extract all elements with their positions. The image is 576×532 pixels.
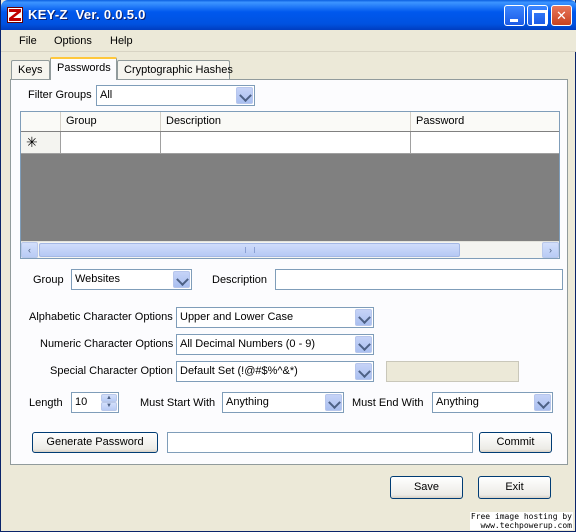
chevron-down-icon[interactable] <box>534 394 551 411</box>
generate-password-button[interactable]: Generate Password <box>32 432 158 453</box>
chevron-down-icon[interactable] <box>355 309 372 326</box>
scrollbar-thumb[interactable] <box>39 243 460 257</box>
grid-row-header-corner <box>21 112 61 131</box>
stepper-up-icon[interactable]: ▲ <box>101 394 117 402</box>
menu-bar: File Options Help <box>1 30 576 52</box>
description-input[interactable] <box>275 269 563 290</box>
tab-passwords[interactable]: Passwords <box>50 57 117 80</box>
new-row-marker: ✳ <box>21 132 61 154</box>
grid-header: Group Description Password <box>21 112 559 131</box>
special-option-value: Default Set (!@#$%^&*) <box>180 365 298 377</box>
commit-button[interactable]: Commit <box>479 432 552 453</box>
group-select[interactable]: Websites <box>71 269 192 290</box>
must-start-label: Must Start With <box>140 397 216 409</box>
horizontal-scrollbar[interactable]: ‹ › <box>21 241 559 258</box>
description-label: Description <box>212 274 268 286</box>
window-title: KEY-Z Ver. 0.0.5.0 <box>28 7 146 22</box>
maximize-button[interactable] <box>527 5 548 26</box>
close-button[interactable]: ✕ <box>551 5 572 26</box>
length-stepper[interactable]: 10 ▲ ▼ <box>71 392 119 413</box>
filter-groups-label: Filter Groups <box>28 89 92 101</box>
cell-group[interactable] <box>61 132 161 154</box>
watermark-line-1: Free image hosting by <box>470 512 572 521</box>
special-option-label: Special Character Option <box>50 365 173 377</box>
minimize-button[interactable] <box>504 5 525 26</box>
special-custom-input <box>386 361 519 382</box>
menu-options[interactable]: Options <box>54 35 92 47</box>
watermark-line-2: www.techpowerup.com <box>480 521 572 530</box>
title-bar[interactable]: KEY-Z Ver. 0.0.5.0 ✕ <box>1 0 576 30</box>
group-label: Group <box>33 274 64 286</box>
menu-file[interactable]: File <box>19 35 37 47</box>
alphabetic-options-label: Alphabetic Character Options <box>29 311 173 323</box>
column-header-description[interactable]: Description <box>161 112 411 131</box>
must-start-value: Anything <box>226 396 269 408</box>
app-window: KEY-Z Ver. 0.0.5.0 ✕ File Options Help K… <box>0 0 576 532</box>
length-label: Length <box>29 397 63 409</box>
special-option-select[interactable]: Default Set (!@#$%^&*) <box>176 361 374 382</box>
numeric-options-label: Numeric Character Options <box>40 338 174 350</box>
alphabetic-options-select[interactable]: Upper and Lower Case <box>176 307 374 328</box>
table-row[interactable]: ✳ <box>21 132 559 154</box>
save-button[interactable]: Save <box>390 476 463 499</box>
tab-cryptographic-hashes[interactable]: Cryptographic Hashes <box>117 60 233 79</box>
alphabetic-options-value: Upper and Lower Case <box>180 311 294 323</box>
cell-description[interactable] <box>161 132 411 154</box>
exit-button[interactable]: Exit <box>478 476 551 499</box>
column-header-group[interactable]: Group <box>61 112 161 131</box>
stepper-down-icon[interactable]: ▼ <box>101 402 117 411</box>
column-header-password[interactable]: Password <box>411 112 559 131</box>
chevron-down-icon[interactable] <box>325 394 342 411</box>
must-end-label: Must End With <box>352 397 424 409</box>
must-start-select[interactable]: Anything <box>222 392 344 413</box>
scroll-right-button[interactable]: › <box>542 242 559 258</box>
app-logo-icon <box>7 7 23 23</box>
chevron-down-icon[interactable] <box>173 271 190 288</box>
must-end-value: Anything <box>436 396 479 408</box>
filter-groups-select[interactable]: All <box>96 85 255 106</box>
asterisk-icon: ✳ <box>26 134 38 150</box>
filter-groups-value: All <box>100 89 113 101</box>
chevron-down-icon[interactable] <box>355 336 372 353</box>
generated-password-field[interactable] <box>167 432 473 453</box>
length-value: 10 <box>75 396 88 408</box>
scroll-left-button[interactable]: ‹ <box>21 242 38 258</box>
cell-password[interactable] <box>411 132 559 154</box>
numeric-options-select[interactable]: All Decimal Numbers (0 - 9) <box>176 334 374 355</box>
must-end-select[interactable]: Anything <box>432 392 553 413</box>
chevron-down-icon[interactable] <box>355 363 372 380</box>
chevron-down-icon[interactable] <box>236 87 253 104</box>
hosting-watermark: Free image hosting by www.techpowerup.co… <box>469 512 573 530</box>
tab-keys[interactable]: Keys <box>11 60 50 79</box>
group-value: Websites <box>75 273 121 285</box>
menu-help[interactable]: Help <box>110 35 133 47</box>
passwords-grid[interactable]: Group Description Password ✳ ‹ › <box>20 111 560 259</box>
numeric-options-value: All Decimal Numbers (0 - 9) <box>180 338 316 350</box>
